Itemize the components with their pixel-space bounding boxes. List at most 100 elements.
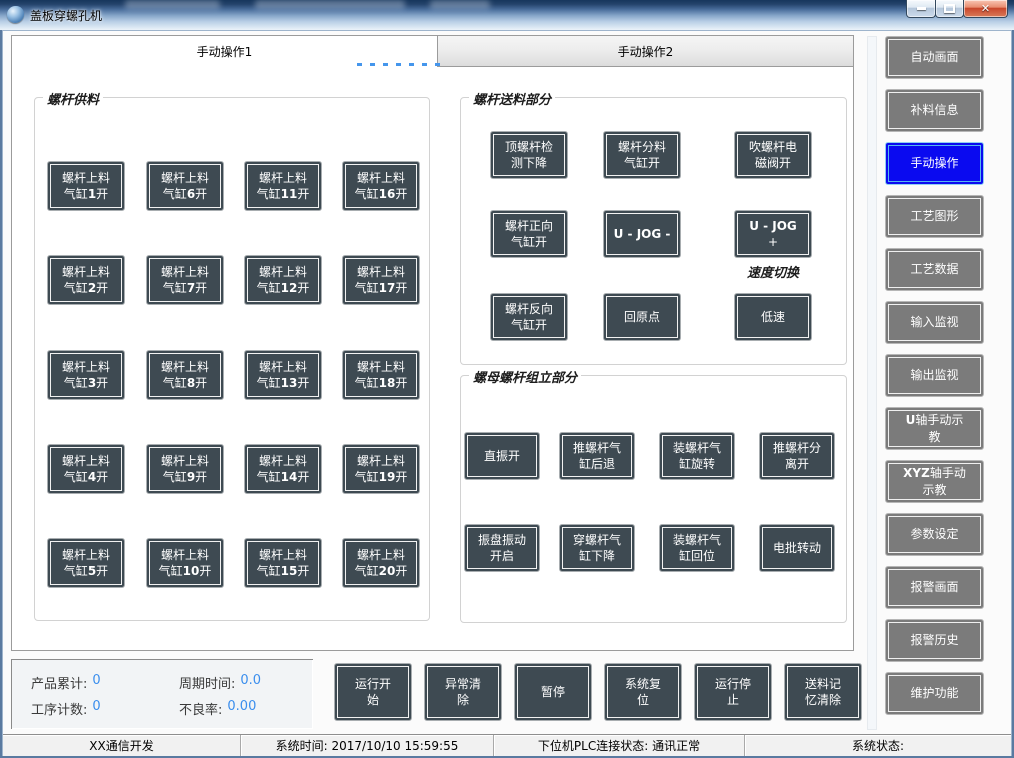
button-label-line: 暂停 bbox=[515, 684, 591, 700]
screw-load-cylinder-5-open-button[interactable]: 螺杆上料气缸5开 bbox=[47, 538, 125, 588]
screw-load-cylinder-12-open-button[interactable]: 螺杆上料气缸12开 bbox=[244, 255, 322, 305]
minimize-icon bbox=[917, 7, 926, 10]
nav-alarm-history-button[interactable]: 报警历史 bbox=[885, 619, 984, 662]
button-label-line: 补料信息 bbox=[886, 102, 983, 118]
screwdriver-rotate-button[interactable]: 电批转动 bbox=[759, 524, 835, 572]
u-jog-plus-button[interactable]: U - JOG+ bbox=[734, 210, 812, 258]
maximize-button[interactable] bbox=[935, 0, 964, 18]
nav-alarm-screen-button[interactable]: 报警画面 bbox=[885, 566, 984, 609]
nav-output-monitor-button[interactable]: 输出监视 bbox=[885, 354, 984, 397]
button-label-line: + bbox=[735, 234, 811, 250]
button-label-line: 螺杆上料 bbox=[147, 547, 223, 563]
status-text: 下位机PLC连接状态: 通讯正常 bbox=[538, 737, 700, 754]
minimize-button[interactable] bbox=[906, 0, 936, 18]
nav-parameter-setting-button[interactable]: 参数设定 bbox=[885, 513, 984, 556]
nav-input-monitor-button[interactable]: 输入监视 bbox=[885, 301, 984, 344]
screw-reverse-cylinder-open-button[interactable]: 螺杆反向气缸开 bbox=[490, 293, 568, 341]
run-stop-button[interactable]: 运行停止 bbox=[694, 663, 772, 721]
screw-load-cylinder-7-open-button[interactable]: 螺杆上料气缸7开 bbox=[146, 255, 224, 305]
stat-item: 工序计数:0 bbox=[31, 699, 179, 718]
button-label-line: U - JOG bbox=[735, 218, 811, 234]
screw-load-cylinder-4-open-button[interactable]: 螺杆上料气缸4开 bbox=[47, 444, 125, 494]
nav-process-graphic-button[interactable]: 工艺图形 bbox=[885, 195, 984, 238]
stat-item: 不良率:0.00 bbox=[179, 699, 313, 718]
nav-refill-info-button[interactable]: 补料信息 bbox=[885, 89, 984, 132]
button-label-line: 始 bbox=[335, 692, 411, 708]
tab-manual-2[interactable]: 手动操作2 bbox=[437, 36, 853, 67]
screw-load-cylinder-10-open-button[interactable]: 螺杆上料气缸10开 bbox=[146, 538, 224, 588]
screw-load-cylinder-17-open-button[interactable]: 螺杆上料气缸17开 bbox=[342, 255, 420, 305]
push-screw-separate-open-button[interactable]: 推螺杆分离开 bbox=[759, 432, 835, 480]
button-label-line: 螺杆上料 bbox=[343, 264, 419, 280]
screw-load-cylinder-2-open-button[interactable]: 螺杆上料气缸2开 bbox=[47, 255, 125, 305]
button-label-line: 螺杆上料 bbox=[48, 170, 124, 186]
feed-memory-clear-button[interactable]: 送料记忆清除 bbox=[784, 663, 862, 721]
screw-load-cylinder-14-open-button[interactable]: 螺杆上料气缸14开 bbox=[244, 444, 322, 494]
screw-load-cylinder-1-open-button[interactable]: 螺杆上料气缸1开 bbox=[47, 161, 125, 211]
button-label-line: 气缸10开 bbox=[147, 563, 223, 579]
close-button[interactable]: ✕ bbox=[963, 0, 1008, 18]
button-label-line: 装螺杆气 bbox=[660, 440, 734, 456]
button-label-line: 气缸2开 bbox=[48, 280, 124, 296]
direct-vibration-open-button[interactable]: 直振开 bbox=[464, 432, 540, 480]
low-speed-button[interactable]: 低速 bbox=[734, 293, 812, 341]
screw-load-cylinder-18-open-button[interactable]: 螺杆上料气缸18开 bbox=[342, 350, 420, 400]
button-label-line: 送料记 bbox=[785, 676, 861, 692]
nav-manual-operation-button[interactable]: 手动操作 bbox=[885, 142, 984, 185]
button-label-line: 气缸18开 bbox=[343, 375, 419, 391]
system-reset-button[interactable]: 系统复位 bbox=[604, 663, 682, 721]
nav-xyz-axis-teach-button[interactable]: XYZ轴手动示教 bbox=[885, 460, 984, 503]
stat-value: 0.0 bbox=[240, 673, 261, 692]
vibration-plate-on-button[interactable]: 振盘振动开启 bbox=[464, 524, 540, 572]
nav-process-data-button[interactable]: 工艺数据 bbox=[885, 248, 984, 291]
screw-load-cylinder-8-open-button[interactable]: 螺杆上料气缸8开 bbox=[146, 350, 224, 400]
screw-load-cylinder-9-open-button[interactable]: 螺杆上料气缸9开 bbox=[146, 444, 224, 494]
top-screw-detect-down-button[interactable]: 顶螺杆检测下降 bbox=[490, 131, 568, 179]
button-label-line: 忆清除 bbox=[785, 692, 861, 708]
error-clear-button[interactable]: 异常清除 bbox=[424, 663, 502, 721]
button-label-line: 螺杆上料 bbox=[48, 453, 124, 469]
nav-auto-screen-button[interactable]: 自动画面 bbox=[885, 36, 984, 79]
screw-load-cylinder-3-open-button[interactable]: 螺杆上料气缸3开 bbox=[47, 350, 125, 400]
button-label-line: 气缸4开 bbox=[48, 469, 124, 485]
nav-u-axis-teach-button[interactable]: U轴手动示教 bbox=[885, 407, 984, 450]
screw-load-cylinder-15-open-button[interactable]: 螺杆上料气缸15开 bbox=[244, 538, 322, 588]
sidebar: 自动画面补料信息手动操作工艺图形工艺数据输入监视输出监视 U轴手动示教 XYZ轴手动… bbox=[885, 36, 984, 750]
button-label-line: 气缸9开 bbox=[147, 469, 223, 485]
supply-group: 螺杆供料 螺杆上料气缸1开螺杆上料气缸6开螺杆上料气缸11开螺杆上料气缸16开螺… bbox=[34, 97, 430, 621]
supply-group-title: 螺杆供料 bbox=[43, 89, 103, 108]
button-label-line: 直振开 bbox=[465, 448, 539, 464]
home-return-button[interactable]: 回原点 bbox=[603, 293, 681, 341]
nav-maintenance-button[interactable]: 维护功能 bbox=[885, 672, 984, 715]
stat-value: 0 bbox=[92, 673, 100, 692]
button-label-line: 螺杆上料 bbox=[48, 359, 124, 375]
title-bar: 盖板穿螺孔机 ✕ bbox=[0, 0, 1014, 30]
button-label-line: 自动画面 bbox=[886, 49, 983, 65]
status-cell: 系统时间: 2017/10/10 15:59:55 bbox=[241, 735, 494, 756]
stat-label: 工序计数: bbox=[31, 699, 87, 718]
push-screw-cylinder-back-button[interactable]: 推螺杆气缸后退 bbox=[559, 432, 635, 480]
screw-load-cylinder-11-open-button[interactable]: 螺杆上料气缸11开 bbox=[244, 161, 322, 211]
screw-load-cylinder-13-open-button[interactable]: 螺杆上料气缸13开 bbox=[244, 350, 322, 400]
u-jog-minus-button[interactable]: U - JOG - bbox=[603, 210, 681, 258]
screw-load-cylinder-19-open-button[interactable]: 螺杆上料气缸19开 bbox=[342, 444, 420, 494]
button-label-line: 气缸14开 bbox=[245, 469, 321, 485]
button-label-line: 低速 bbox=[735, 309, 811, 325]
run-start-button[interactable]: 运行开始 bbox=[334, 663, 412, 721]
status-text: 系统状态: bbox=[852, 737, 904, 754]
blow-screw-solenoid-open-button[interactable]: 吹螺杆电磁阀开 bbox=[734, 131, 812, 179]
button-label-line: 气缸7开 bbox=[147, 280, 223, 296]
thread-screw-cylinder-down-button[interactable]: 穿螺杆气缸下降 bbox=[559, 524, 635, 572]
pause-button[interactable]: 暂停 bbox=[514, 663, 592, 721]
screw-divide-cylinder-open-button[interactable]: 螺杆分料气缸开 bbox=[603, 131, 681, 179]
button-label-line: XYZ轴手动 bbox=[886, 465, 983, 481]
load-screw-cylinder-rotate-button[interactable]: 装螺杆气缸旋转 bbox=[659, 432, 735, 480]
screw-load-cylinder-16-open-button[interactable]: 螺杆上料气缸16开 bbox=[342, 161, 420, 211]
screw-load-cylinder-20-open-button[interactable]: 螺杆上料气缸20开 bbox=[342, 538, 420, 588]
screw-load-cylinder-6-open-button[interactable]: 螺杆上料气缸6开 bbox=[146, 161, 224, 211]
load-screw-cylinder-return-button[interactable]: 装螺杆气缸回位 bbox=[659, 524, 735, 572]
button-label-line: 异常清 bbox=[425, 676, 501, 692]
button-label-line: 除 bbox=[425, 692, 501, 708]
status-bar: XX通信开发系统时间: 2017/10/10 15:59:55下位机PLC连接状… bbox=[3, 734, 1011, 756]
screw-forward-cylinder-open-button[interactable]: 螺杆正向气缸开 bbox=[490, 210, 568, 258]
